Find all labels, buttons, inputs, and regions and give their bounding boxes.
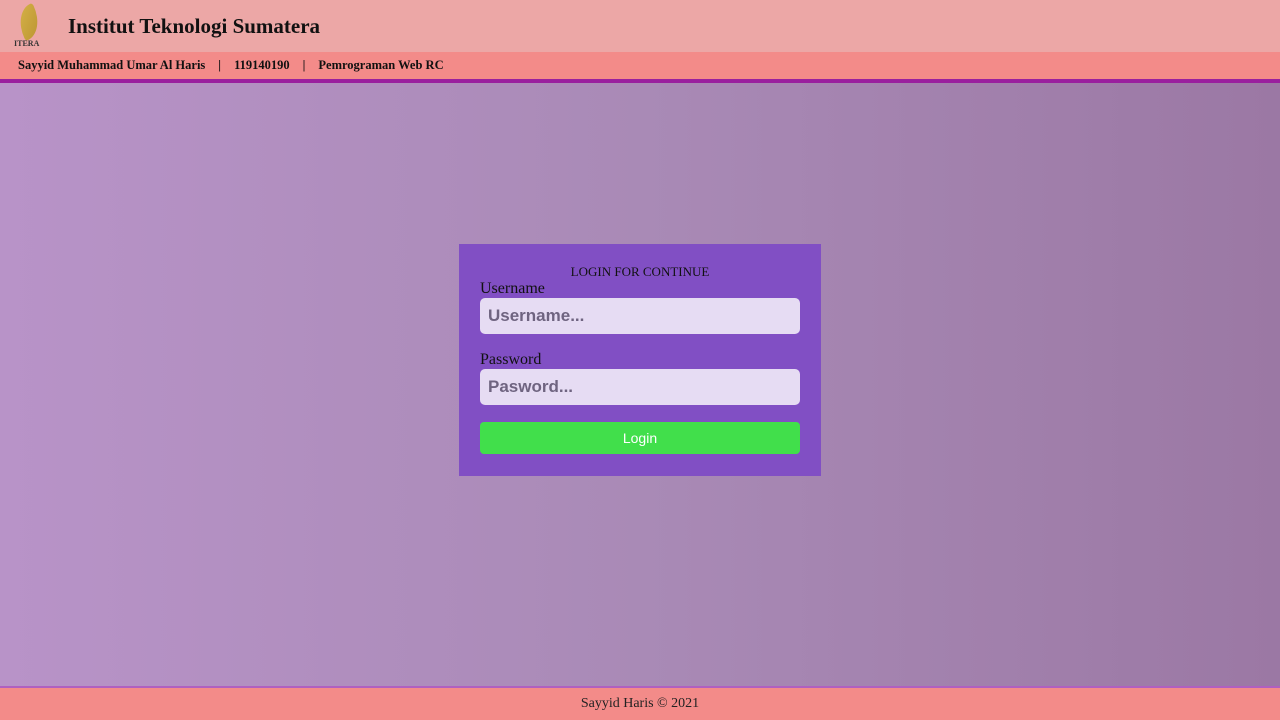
student-name: Sayyid Muhammad Umar Al Haris xyxy=(18,58,206,72)
course-name: Pemrograman Web RC xyxy=(318,58,444,72)
username-input[interactable] xyxy=(480,298,800,334)
password-input[interactable] xyxy=(480,369,800,405)
itera-logo: ITERA xyxy=(12,2,48,48)
password-label: Password xyxy=(480,351,542,368)
info-bar: Sayyid Muhammad Umar Al Haris | 11914019… xyxy=(0,52,1280,83)
student-id: 119140190 xyxy=(234,58,290,72)
login-form: LOGIN FOR CONTINUE Username Password Log… xyxy=(459,244,821,476)
footer-text: Sayyid Haris © 2021 xyxy=(580,696,700,711)
header: ITERA Institut Teknologi Sumatera xyxy=(0,0,1280,52)
site-title: Institut Teknologi Sumatera xyxy=(68,13,321,38)
leaf-icon xyxy=(12,2,46,42)
login-heading: LOGIN FOR CONTINUE xyxy=(570,264,710,279)
footer: Sayyid Haris © 2021 xyxy=(0,686,1280,720)
logo-text: ITERA xyxy=(14,39,40,48)
separator: | xyxy=(302,58,306,72)
login-button[interactable]: Login xyxy=(480,422,800,454)
separator: | xyxy=(218,58,222,72)
username-label: Username xyxy=(480,280,545,297)
